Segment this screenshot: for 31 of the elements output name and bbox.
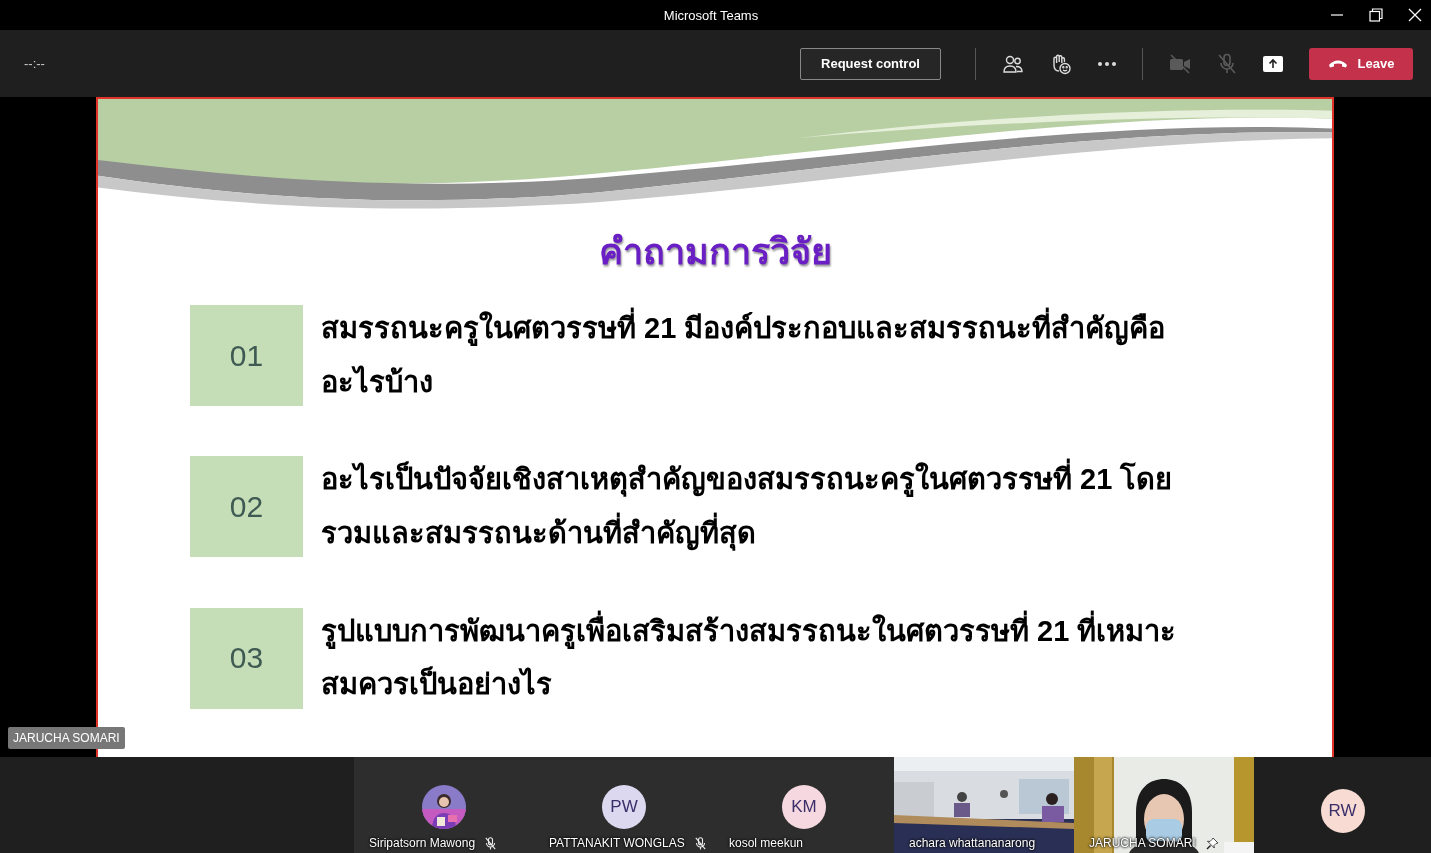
participant-tile[interactable]: achara whattananarong xyxy=(894,757,1074,853)
initials-avatar: PW xyxy=(602,785,646,829)
participant-name: Siripatsorn Mawong xyxy=(369,836,476,850)
microphone-off-icon[interactable] xyxy=(1217,52,1237,75)
leave-button[interactable]: Leave xyxy=(1309,47,1413,80)
item-number: 02 xyxy=(190,456,303,558)
camera-off-icon[interactable] xyxy=(1169,53,1191,74)
question-text: อะไรเป็นปัจจัยเชิงสาเหตุสำคัญของสมรรถนะครูในศตวรรษที่ 21 โดยรวมและสมรรถนะด้านที่สำคัญที่สุด xyxy=(321,453,1201,561)
question-text: รูปแบบการพัฒนาครูเพื่อเสริมสร้างสมรรถนะในศตวรรษที่ 21 ที่เหมาะสมควรเป็นอย่างไร xyxy=(321,604,1201,712)
raise-hand-icon[interactable] xyxy=(1050,52,1072,75)
participant-name: kosol meekun xyxy=(729,836,804,850)
request-control-button[interactable]: Request control xyxy=(800,47,941,80)
more-icon[interactable] xyxy=(1098,61,1116,66)
initials-avatar: KM xyxy=(782,785,826,829)
question-text: สมรรถนะครูในศตวรรษที่ 21 มีองค์ประกอบและสมรรถนะที่สำคัญคืออะไรบ้าง xyxy=(321,302,1201,410)
slide-title: คำถามการวิจัย xyxy=(598,230,832,274)
restore-icon[interactable] xyxy=(1369,8,1383,22)
call-timer: --:-- xyxy=(24,56,45,71)
participant-name: PATTANAKIT WONGLAS xyxy=(549,836,685,850)
item-number: 01 xyxy=(190,305,303,407)
participant-tile[interactable]: Siripatsorn Mawong xyxy=(354,757,534,853)
participant-name: achara whattananarong xyxy=(909,836,1036,850)
hang-up-icon xyxy=(1327,59,1348,68)
participant-tile[interactable]: KM kosol meekun xyxy=(714,757,894,853)
close-icon[interactable] xyxy=(1408,8,1422,22)
window-title: Microsoft Teams xyxy=(663,7,759,23)
share-tray-icon[interactable] xyxy=(1263,55,1283,72)
initials-avatar: RW xyxy=(1320,789,1365,833)
presenter-name-label: JARUCHA SOMARI xyxy=(8,727,125,749)
item-number: 03 xyxy=(190,607,303,709)
participant-tile[interactable]: PW PATTANAKIT WONGLAS xyxy=(534,757,714,853)
